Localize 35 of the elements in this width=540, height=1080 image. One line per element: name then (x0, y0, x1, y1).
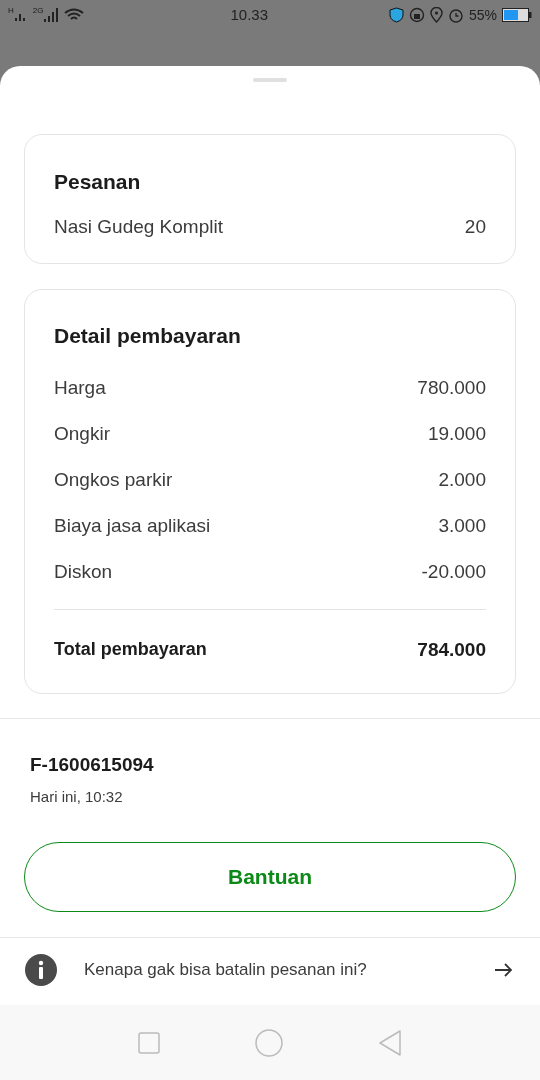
signal-label: 2G (32, 7, 44, 15)
fee-label: Harga (54, 375, 106, 400)
total-value: 784.000 (417, 638, 486, 662)
order-id: F-1600615094 (30, 752, 155, 777)
fee-label: Diskon (54, 559, 113, 584)
card-title: Detail pembayaran (54, 323, 242, 349)
fee-label: Biaya jasa aplikasi (54, 513, 211, 538)
clock-time: 10.33 (230, 4, 268, 25)
wifi-icon (64, 8, 85, 22)
signal-icon (44, 8, 59, 22)
item-quantity: 20 (464, 215, 486, 239)
total-label: Total pembayaran (54, 638, 207, 661)
home-icon[interactable] (255, 1028, 283, 1057)
rotation-lock-icon (408, 7, 425, 23)
fee-value: -20.000 (421, 559, 486, 584)
fee-label: Ongkos parkir (54, 467, 173, 492)
card-title: Pesanan (54, 169, 142, 195)
shield-icon (388, 7, 404, 23)
location-icon (429, 7, 443, 23)
info-icon (25, 954, 57, 986)
fee-value: 3.000 (438, 513, 486, 538)
signal-label: H (8, 7, 14, 15)
fee-label: Ongkir (54, 421, 110, 446)
alarm-icon (447, 7, 464, 23)
battery-icon (502, 8, 532, 22)
info-link[interactable]: Kenapa gak bisa batalin pesanan ini? (84, 957, 367, 983)
item-name: Nasi Gudeg Komplit (54, 215, 223, 239)
recent-apps-icon[interactable] (137, 1031, 160, 1054)
back-icon[interactable] (378, 1029, 403, 1056)
fee-value: 2.000 (438, 467, 486, 492)
order-time: Hari ini, 10:32 (30, 786, 124, 807)
fee-value: 780.000 (417, 375, 486, 400)
fee-value: 19.000 (427, 421, 486, 446)
arrow-right-icon[interactable] (494, 963, 512, 977)
battery-percent: 55% (468, 5, 497, 25)
